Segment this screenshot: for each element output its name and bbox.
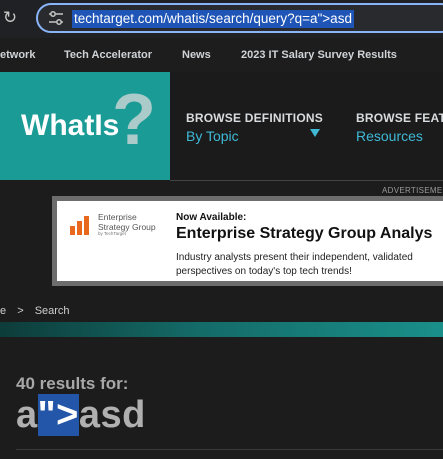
ad-body-line1: Industry analysts present their independ… <box>176 252 413 263</box>
query-selected-text: "> <box>37 394 79 436</box>
search-query: a">asd <box>16 394 146 437</box>
teal-gradient-band <box>0 322 443 337</box>
breadcrumb-search: Search <box>34 305 70 317</box>
browser-toolbar: ↻ techtarget.com/whatis/search/query?q=a… <box>0 0 443 38</box>
query-suffix: asd <box>78 394 146 436</box>
ad-title[interactable]: Enterprise Strategy Group Analys <box>176 225 432 243</box>
breadcrumb: e > Search <box>0 305 78 317</box>
site-header: ? WhatIs BROWSE DEFINITIONS By Topic BRO… <box>0 72 443 180</box>
browse-features-value[interactable]: Resources <box>356 128 443 144</box>
header-divider <box>170 180 443 181</box>
breadcrumb-home[interactable]: e <box>0 305 6 317</box>
advertisement-label: ADVERTISEMEN <box>382 186 443 195</box>
reload-icon[interactable]: ↻ <box>0 8 20 28</box>
dropdown-arrow-icon[interactable] <box>310 129 320 137</box>
ad-content[interactable]: Enterprise Strategy Group by TechTarget … <box>57 201 443 281</box>
nav-item-network[interactable]: etwork <box>0 49 35 61</box>
breadcrumb-separator: > <box>17 305 24 317</box>
whatis-logo[interactable]: ? WhatIs <box>0 72 170 180</box>
ad-body-line2: perspectives on today's top tech trends! <box>176 265 352 277</box>
url-text[interactable]: techtarget.com/whatis/search/query?q=a">… <box>72 10 354 28</box>
nav-item-salary-survey[interactable]: 2023 IT Salary Survey Results <box>241 49 397 61</box>
browse-features-menu[interactable]: BROWSE FEAT Resources <box>356 111 443 144</box>
ad-body: Industry analysts present their independ… <box>176 251 413 278</box>
nav-item-news[interactable]: News <box>182 49 211 61</box>
browse-definitions-label: BROWSE DEFINITIONS <box>186 111 323 125</box>
query-prefix: a <box>16 394 38 436</box>
esg-brand-by: by TechTarget <box>98 231 126 236</box>
logo-text: WhatIs <box>21 109 120 142</box>
esg-logo-icon <box>70 213 96 235</box>
results-count: 40 results for: <box>16 374 129 393</box>
tune-icon[interactable] <box>48 11 64 25</box>
ad-banner[interactable]: Enterprise Strategy Group by TechTarget … <box>52 196 443 286</box>
esg-brand: Enterprise Strategy Group <box>98 212 156 232</box>
ad-now-available: Now Available: <box>176 212 247 223</box>
browse-features-label: BROWSE FEAT <box>356 111 443 125</box>
browse-definitions-menu[interactable]: BROWSE DEFINITIONS By Topic <box>186 111 323 144</box>
search-results-header: 40 results for: a">asd <box>0 337 443 459</box>
address-bar[interactable]: techtarget.com/whatis/search/query?q=a">… <box>36 3 443 33</box>
browse-definitions-value[interactable]: By Topic <box>186 128 323 144</box>
results-divider <box>16 449 443 450</box>
esg-brand-line1: Enterprise <box>98 212 137 222</box>
site-nav: etwork Tech Accelerator News 2023 IT Sal… <box>0 38 443 72</box>
nav-item-tech-accelerator[interactable]: Tech Accelerator <box>64 49 152 61</box>
